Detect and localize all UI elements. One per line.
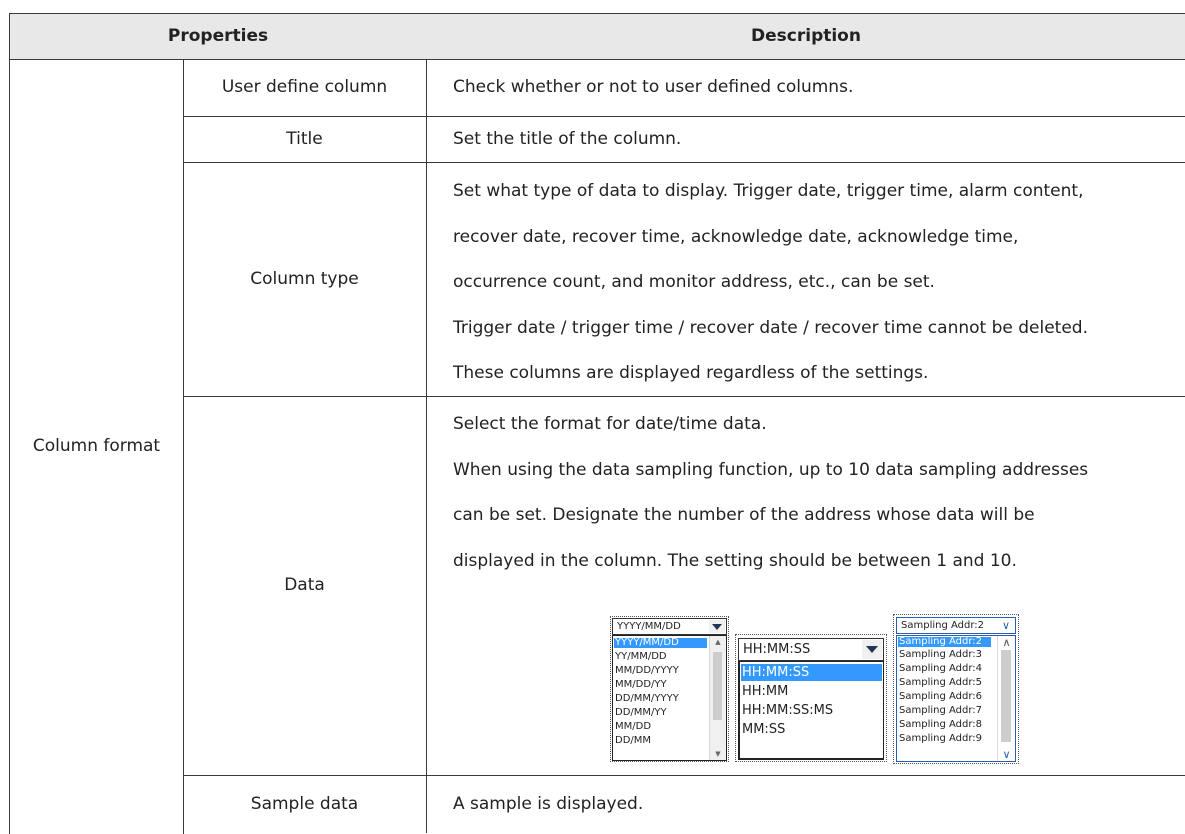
scroll-up-arrow-icon[interactable]: ∧ (998, 636, 1015, 649)
list-item[interactable]: DD/MM (615, 736, 651, 746)
row-title-desc: Set the title of the column. (426, 116, 1185, 163)
date-format-list[interactable]: YYYY/MM/DD YY/MM/DD MM/DD/YYYY MM/DD/YY … (612, 635, 727, 761)
row-data-name: Data (183, 396, 427, 776)
list-item[interactable]: DD/MM/YY (615, 708, 667, 718)
list-item[interactable]: Sampling Addr:8 (899, 720, 982, 730)
column-type-line: occurrence count, and monitor address, e… (453, 272, 935, 292)
time-format-combo[interactable]: HH:MM:SS (738, 638, 884, 661)
group-label: Column format (32, 436, 161, 457)
scroll-up-arrow-icon[interactable]: ▲ (710, 638, 726, 646)
date-format-combo[interactable]: YYYY/MM/DD (612, 618, 727, 635)
list-item[interactable]: Sampling Addr:7 (899, 706, 982, 716)
list-item[interactable]: Sampling Addr:6 (899, 692, 982, 702)
date-format-scrollbar[interactable]: ▲ ▼ (709, 636, 726, 760)
row-desc-label: Check whether or not to user defined col… (453, 77, 854, 98)
column-type-line: recover date, recover time, acknowledge … (453, 227, 1019, 247)
sampling-addr-scrollbar[interactable]: ∧ ∨ (997, 636, 1015, 761)
row-column-type-name: Column type (183, 162, 427, 397)
header-description-label: Description (751, 26, 861, 47)
row-desc-label: A sample is displayed. (453, 793, 644, 814)
header-properties: Properties (9, 13, 427, 60)
list-item[interactable]: MM/DD/YY (615, 680, 667, 690)
time-format-selected: HH:MM:SS (743, 642, 811, 657)
sampling-addr-selected: Sampling Addr:2 (901, 620, 985, 631)
list-item[interactable]: HH:MM:SS (741, 664, 882, 681)
data-line: When using the data sampling function, u… (453, 460, 1089, 480)
time-format-list[interactable]: HH:MM:SS HH:MM HH:MM:SS:MS MM:SS (738, 661, 884, 760)
sampling-addr-dropdown: Sampling Addr:2 ∨ Sampling Addr:2 Sampli… (893, 614, 1019, 764)
row-name-label: Data (284, 575, 325, 596)
list-item[interactable]: DD/MM/YYYY (615, 694, 679, 704)
column-type-line: Set what type of data to display. Trigge… (453, 181, 1084, 201)
data-line: displayed in the column. The setting sho… (453, 551, 1017, 571)
row-title-name: Title (183, 116, 427, 163)
row-desc-label: Set the title of the column. (453, 128, 682, 149)
sampling-addr-list[interactable]: Sampling Addr:2 Sampling Addr:3 Sampling… (896, 635, 1016, 762)
row-name-label: Sample data (250, 793, 359, 814)
list-item[interactable]: HH:MM:SS:MS (742, 702, 833, 719)
scroll-down-arrow-icon[interactable]: ∨ (998, 748, 1015, 761)
column-type-line: These columns are displayed regardless o… (453, 363, 929, 383)
row-sample-data-desc: A sample is displayed. (426, 775, 1185, 833)
list-item[interactable]: Sampling Addr:9 (899, 734, 982, 744)
list-item[interactable]: MM/DD (615, 722, 651, 732)
date-format-selected: YYYY/MM/DD (617, 621, 681, 632)
data-line: Select the format for date/time data. (453, 414, 767, 434)
list-item[interactable]: Sampling Addr:2 (898, 637, 991, 647)
header-description: Description (426, 13, 1185, 60)
row-name-label: Column type (250, 268, 359, 289)
scroll-thumb[interactable] (713, 652, 722, 720)
time-format-dropdown: HH:MM:SS HH:MM:SS HH:MM HH:MM:SS:MS MM:S… (735, 634, 887, 762)
row-user-define-column-name: User define column (183, 59, 427, 117)
scroll-down-arrow-icon[interactable]: ▼ (710, 750, 726, 758)
sampling-addr-combo[interactable]: Sampling Addr:2 ∨ (896, 617, 1016, 634)
group-cell: Column format (9, 59, 184, 834)
chevron-down-icon[interactable]: ∨ (998, 619, 1014, 632)
header-properties-label: Properties (167, 26, 269, 47)
row-name-label: User define column (221, 77, 388, 98)
list-item[interactable]: HH:MM (742, 683, 788, 700)
triangle-down-icon[interactable] (862, 640, 882, 659)
data-line: can be set. Designate the number of the … (453, 505, 1035, 525)
list-item[interactable]: YYYY/MM/DD (614, 638, 707, 648)
date-format-dropdown: YYYY/MM/DD YYYY/MM/DD YY/MM/DD MM/DD/YYY… (610, 616, 729, 762)
list-item[interactable]: MM:SS (742, 721, 785, 738)
list-item[interactable]: YY/MM/DD (615, 652, 667, 662)
row-sample-data-name: Sample data (183, 775, 427, 833)
triangle-down-icon[interactable] (709, 620, 725, 633)
column-type-line: Trigger date / trigger time / recover da… (453, 318, 1088, 338)
scroll-thumb[interactable] (1001, 650, 1011, 742)
row-user-define-column-desc: Check whether or not to user defined col… (426, 59, 1185, 117)
list-item[interactable]: Sampling Addr:4 (899, 664, 982, 674)
list-item[interactable]: Sampling Addr:5 (899, 678, 982, 688)
list-item[interactable]: Sampling Addr:3 (899, 650, 982, 660)
list-item[interactable]: MM/DD/YYYY (615, 666, 679, 676)
row-name-label: Title (286, 128, 323, 149)
